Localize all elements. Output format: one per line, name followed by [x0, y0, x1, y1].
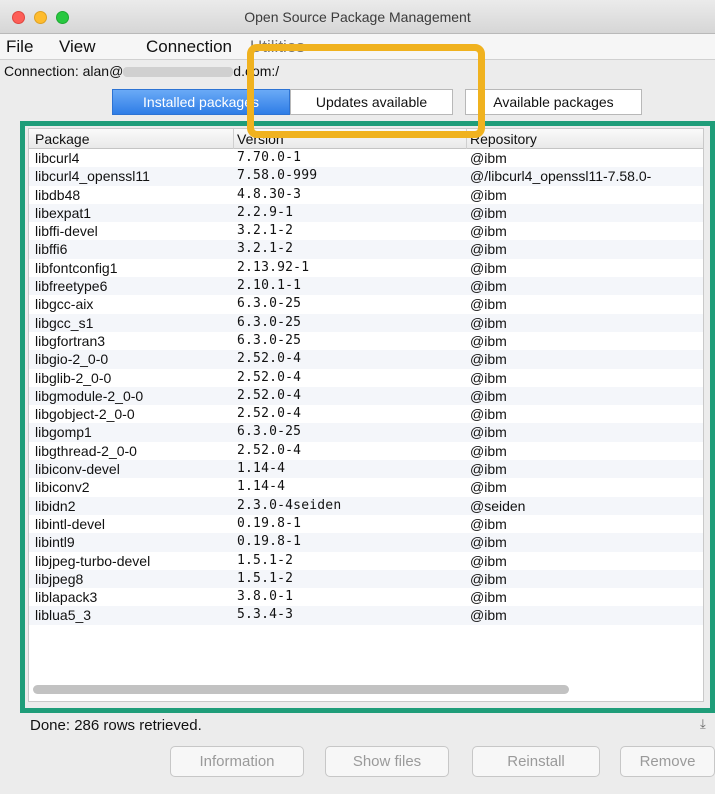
highlight-box-table	[20, 121, 715, 713]
status-text: Done: 286 rows retrieved.	[30, 717, 202, 734]
information-button[interactable]: Information	[170, 746, 304, 777]
redacted-hostname	[123, 67, 234, 78]
reinstall-button[interactable]: Reinstall	[472, 746, 600, 777]
connection-info: Connection: alan@ d.com:/	[4, 63, 279, 79]
menu-file[interactable]: File	[6, 37, 33, 57]
download-icon: ⤓	[700, 716, 706, 731]
tab-available-packages[interactable]: Available packages	[465, 89, 642, 115]
highlight-box-updates-tab	[247, 44, 485, 138]
connection-label: Connection: alan@	[4, 63, 124, 79]
window-title: Open Source Package Management	[244, 9, 471, 25]
menu-connection[interactable]: Connection	[146, 37, 232, 57]
title-bar: Open Source Package Management	[0, 0, 715, 34]
remove-button[interactable]: Remove	[620, 746, 715, 777]
menu-view[interactable]: View	[59, 37, 96, 57]
show-files-button[interactable]: Show files	[325, 746, 449, 777]
